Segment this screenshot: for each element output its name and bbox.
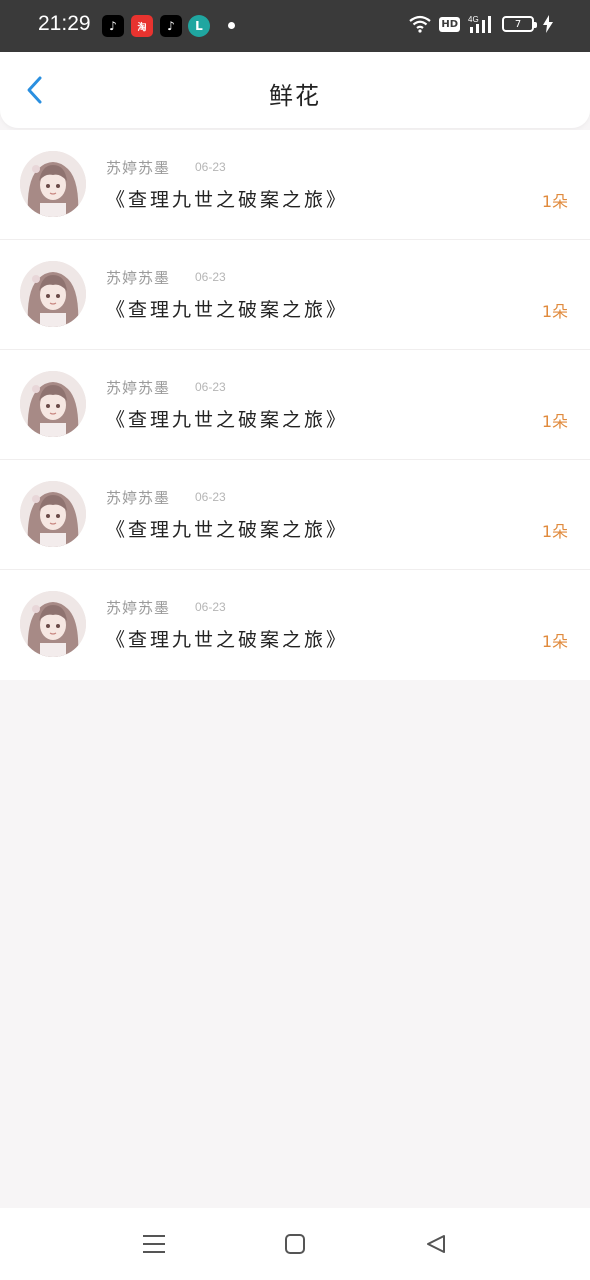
- date: 06-23: [195, 160, 226, 174]
- username: 苏婷苏墨: [106, 269, 171, 287]
- taobao-icon: 淘: [131, 15, 153, 37]
- flower-list: 苏婷苏墨 06-23 《查理九世之破案之旅》 1朵 苏婷苏墨 06-23 《查理…: [0, 130, 590, 680]
- book-title[interactable]: 《查理九世之破案之旅》: [106, 185, 348, 212]
- hd-badge: HD: [439, 16, 460, 32]
- notification-dot-icon: [228, 22, 235, 29]
- charging-icon: [542, 15, 554, 33]
- flower-count: 1朵: [541, 192, 568, 211]
- date: 06-23: [195, 270, 226, 284]
- tiktok-lite-icon: ♪: [160, 15, 182, 37]
- flower-count: 1朵: [541, 412, 568, 431]
- system-nav-bar: [0, 1208, 590, 1280]
- date: 06-23: [195, 600, 226, 614]
- status-bar: 21:29 ♪ 淘 ♪ L HD 4G 7: [0, 0, 590, 52]
- date: 06-23: [195, 490, 226, 504]
- tiktok-icon: ♪: [102, 15, 124, 37]
- page-title: 鲜花: [269, 82, 321, 110]
- signal-4g-icon: 4G: [468, 14, 494, 34]
- avatar[interactable]: [20, 261, 86, 327]
- avatar[interactable]: [20, 481, 86, 547]
- recent-apps-button[interactable]: [138, 1228, 170, 1260]
- list-item[interactable]: 苏婷苏墨 06-23 《查理九世之破案之旅》 1朵: [0, 130, 590, 240]
- battery-icon: 7: [502, 16, 537, 32]
- book-title[interactable]: 《查理九世之破案之旅》: [106, 295, 348, 322]
- list-item[interactable]: 苏婷苏墨 06-23 《查理九世之破案之旅》 1朵: [0, 460, 590, 570]
- header-bar: 鲜花: [0, 52, 590, 128]
- menu-icon: [143, 1235, 165, 1253]
- username: 苏婷苏墨: [106, 159, 171, 177]
- triangle-back-icon: [427, 1235, 445, 1253]
- book-title[interactable]: 《查理九世之破案之旅》: [106, 625, 348, 652]
- status-time: 21:29: [38, 12, 91, 35]
- wifi-icon: [409, 15, 432, 33]
- home-button[interactable]: [279, 1228, 311, 1260]
- avatar[interactable]: [20, 591, 86, 657]
- username: 苏婷苏墨: [106, 489, 171, 507]
- avatar[interactable]: [20, 151, 86, 217]
- svg-text:4G: 4G: [468, 15, 479, 24]
- flower-count: 1朵: [541, 522, 568, 541]
- book-title[interactable]: 《查理九世之破案之旅》: [106, 515, 348, 542]
- square-icon: [285, 1234, 305, 1254]
- username: 苏婷苏墨: [106, 379, 171, 397]
- list-item[interactable]: 苏婷苏墨 06-23 《查理九世之破案之旅》 1朵: [0, 240, 590, 350]
- system-back-button[interactable]: [420, 1228, 452, 1260]
- book-title[interactable]: 《查理九世之破案之旅》: [106, 405, 348, 432]
- list-item[interactable]: 苏婷苏墨 06-23 《查理九世之破案之旅》 1朵: [0, 350, 590, 460]
- l-app-icon: L: [188, 15, 210, 37]
- flower-count: 1朵: [541, 632, 568, 651]
- username: 苏婷苏墨: [106, 599, 171, 617]
- flower-count: 1朵: [541, 302, 568, 321]
- avatar[interactable]: [20, 371, 86, 437]
- battery-level: 7: [514, 18, 522, 30]
- date: 06-23: [195, 380, 226, 394]
- list-item[interactable]: 苏婷苏墨 06-23 《查理九世之破案之旅》 1朵: [0, 570, 590, 680]
